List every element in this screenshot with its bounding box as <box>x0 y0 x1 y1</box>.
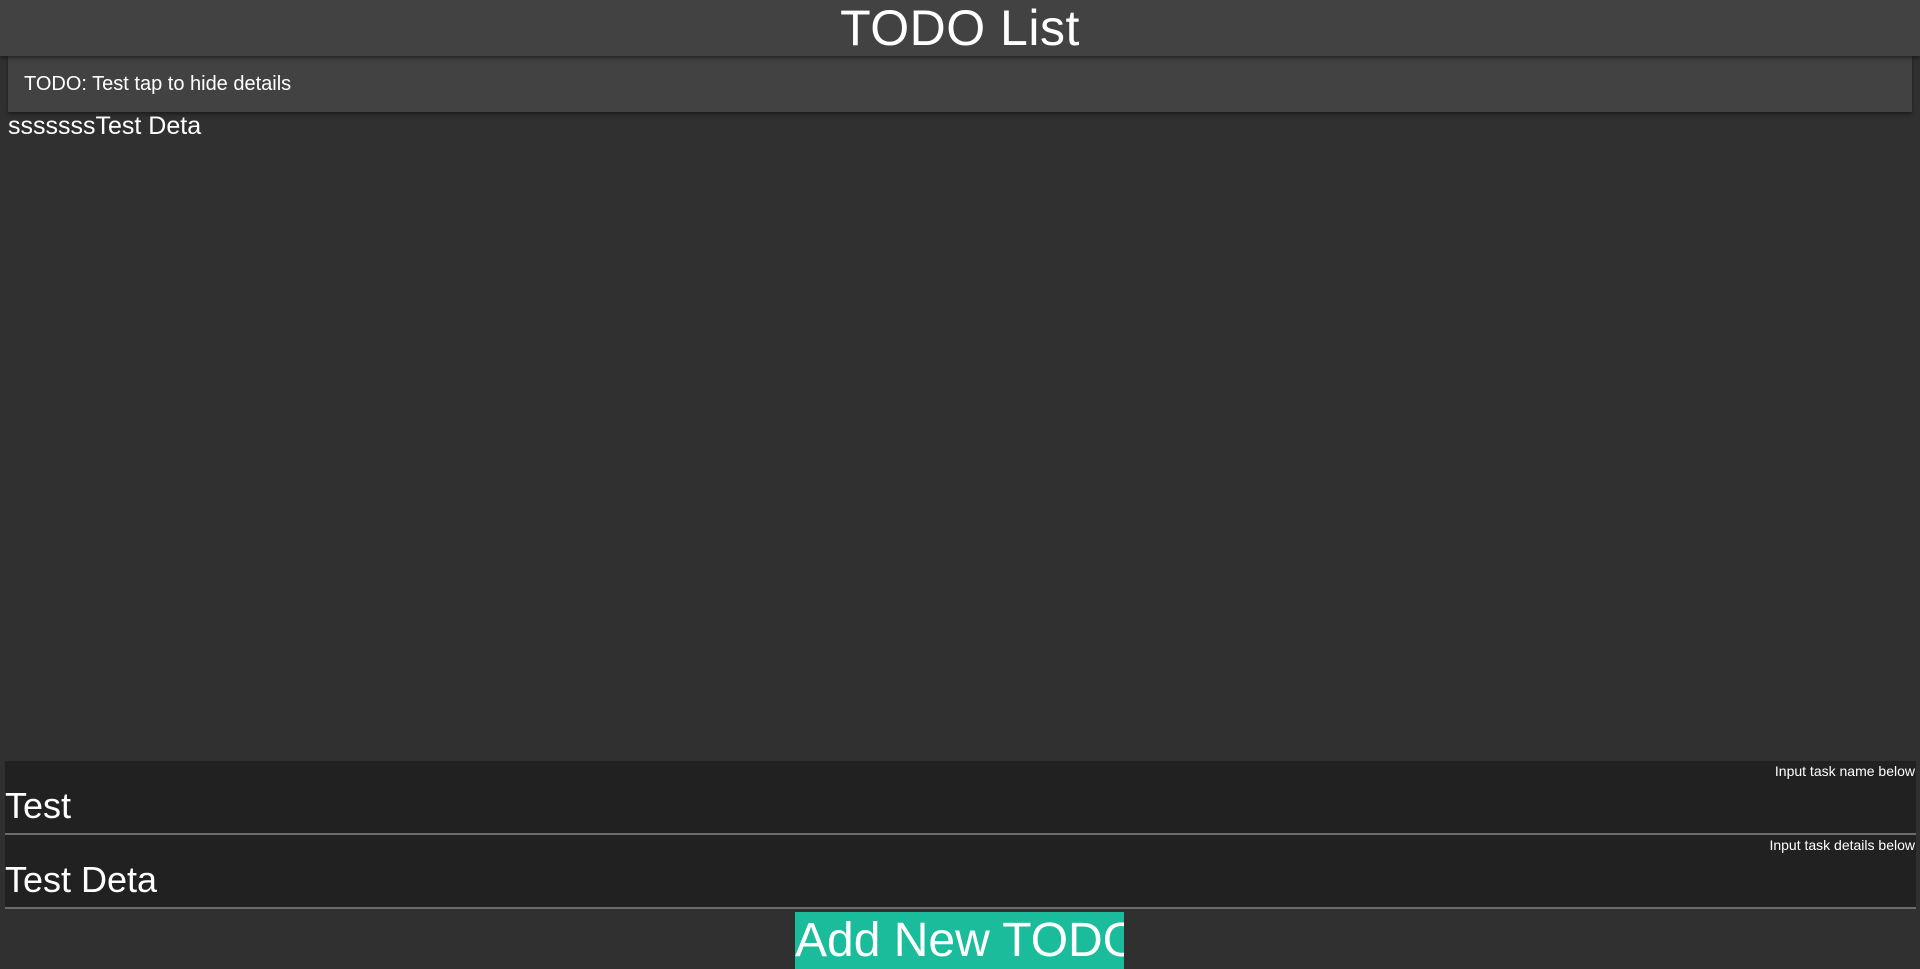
task-name-input-container: Input task name below <box>5 761 1916 835</box>
app-title: TODO List <box>840 0 1080 56</box>
task-name-hint: Input task name below <box>1774 763 1915 779</box>
todo-item-details: sssssssTest Deta <box>8 112 202 140</box>
task-details-hint: Input task details below <box>1769 837 1915 853</box>
add-new-todo-button[interactable]: Add New TODO <box>795 912 1124 969</box>
task-details-input[interactable] <box>5 857 1885 903</box>
task-details-input-container: Input task details below <box>5 835 1916 909</box>
todo-item-card[interactable]: TODO: Test tap to hide details <box>8 56 1912 112</box>
app-bar: TODO List <box>0 0 1920 56</box>
app-root: TODO List TODO: Test tap to hide details… <box>0 0 1920 969</box>
task-name-input[interactable] <box>5 783 1885 829</box>
todo-item-label: TODO: Test tap to hide details <box>24 72 292 95</box>
